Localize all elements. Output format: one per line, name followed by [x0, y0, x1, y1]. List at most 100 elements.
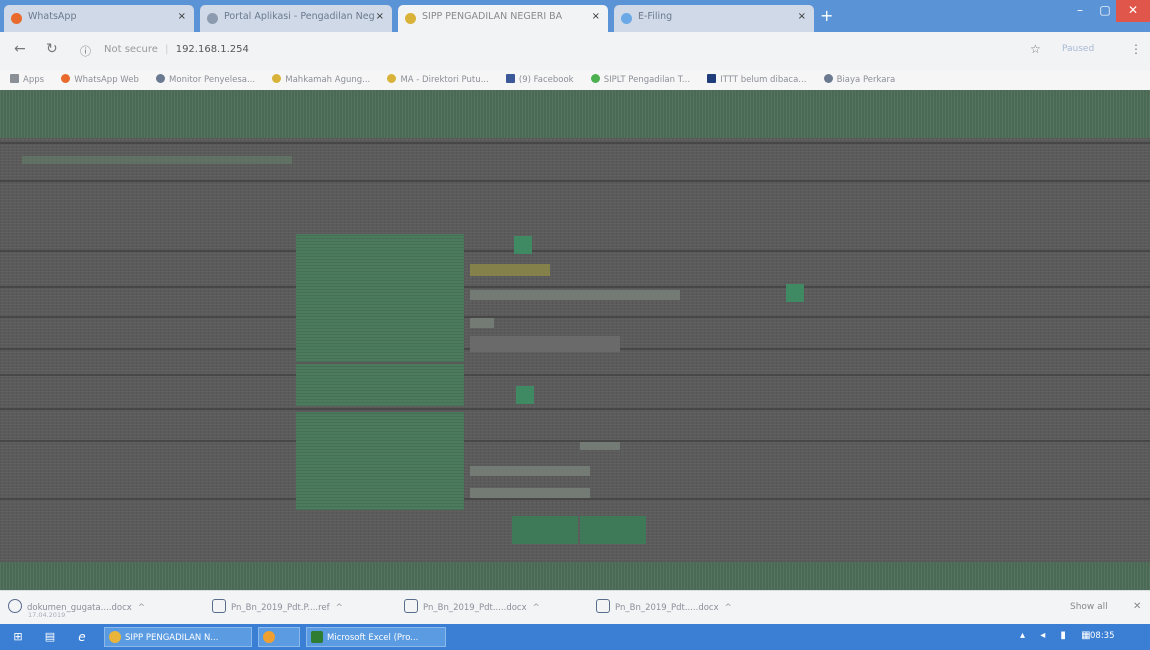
field-value — [470, 264, 550, 279]
field-value — [470, 290, 680, 303]
divider — [0, 180, 1150, 182]
close-icon[interactable]: ✕ — [1133, 601, 1141, 612]
ma-icon — [272, 74, 282, 83]
profile-paused-label[interactable]: Paused — [1062, 44, 1094, 54]
word-doc-icon — [596, 599, 610, 613]
chevron-up-icon[interactable]: ^ — [336, 603, 343, 613]
row-divider — [0, 250, 1150, 252]
star-icon[interactable]: ☆ — [1030, 42, 1041, 56]
new-tab-button[interactable]: + — [820, 6, 833, 25]
site-footer — [0, 562, 1150, 590]
close-icon[interactable]: × — [178, 11, 186, 22]
tab-sipp[interactable]: SIPP PENGADILAN NEGERI BA × — [398, 5, 608, 32]
tab-label: WhatsApp — [28, 11, 77, 22]
bookmarks-bar: Apps WhatsApp Web Monitor Penyelesa... M… — [0, 70, 1150, 90]
maximize-button[interactable]: ▢ — [1094, 0, 1116, 22]
bookmark-apps[interactable]: Apps — [10, 70, 44, 90]
close-window-button[interactable]: ✕ — [1116, 0, 1150, 22]
ma-icon — [387, 74, 397, 83]
field-value — [470, 466, 590, 479]
browser-toolbar: ← ↻ ⓘ Not secure | 192.168.1.254 ☆ Pause… — [0, 32, 1150, 70]
chevron-up-icon[interactable]: ^ — [725, 603, 732, 613]
globe-icon — [207, 13, 218, 24]
page-viewport — [0, 90, 1150, 590]
scales-icon — [405, 13, 416, 24]
globe-icon — [156, 74, 166, 83]
site-header — [0, 90, 1150, 138]
download-item[interactable]: Pn_Bn_2019_Pdt.....docx ^ — [404, 599, 540, 613]
search-icon[interactable] — [786, 284, 804, 302]
facebook-icon — [505, 74, 515, 83]
word-doc-icon — [404, 599, 418, 613]
downloads-bar: dokumen_gugata....docx ^ 17.04.2019 Pn_Bn… — [0, 590, 1150, 624]
row-divider — [0, 408, 1150, 410]
security-label: Not secure — [104, 44, 158, 55]
bookmark-whatsapp-web[interactable]: WhatsApp Web — [61, 70, 139, 90]
bookmark-monitor[interactable]: Monitor Penyelesa... — [156, 70, 255, 90]
taskbar-item-app[interactable] — [258, 627, 300, 647]
show-all-link[interactable]: Show all — [1070, 602, 1108, 612]
ie-icon[interactable]: e — [72, 627, 92, 647]
breadcrumb — [22, 156, 292, 167]
address-bar[interactable]: Not secure | 192.168.1.254 — [104, 39, 1020, 63]
taskbar-item-excel[interactable]: Microsoft Excel (Pro... — [306, 627, 446, 647]
excel-icon — [311, 631, 323, 643]
close-icon[interactable]: × — [592, 11, 600, 22]
whatsapp-icon — [61, 74, 71, 83]
close-icon[interactable]: × — [376, 11, 384, 22]
apps-icon — [10, 74, 19, 83]
download-item[interactable]: Pn_Bn_2019_Pdt.....docx ^ — [596, 599, 732, 613]
menu-icon[interactable]: ⋮ — [1130, 42, 1142, 56]
taskbar-item-chrome[interactable]: SIPP PENGADILAN N... — [104, 627, 252, 647]
app-icon — [263, 631, 275, 643]
whatsapp-icon — [11, 13, 22, 24]
bookmark-ma-direktori[interactable]: MA - Direktori Putu... — [387, 70, 489, 90]
row-divider — [0, 374, 1150, 376]
tab-label: E-Filing — [638, 11, 673, 22]
mail-icon — [707, 74, 717, 83]
browser-tab-strip: WhatsApp × Portal Aplikasi - Pengadilan … — [0, 0, 1150, 32]
tab-whatsapp[interactable]: WhatsApp × — [4, 5, 194, 32]
file-explorer-icon[interactable]: ▤ — [40, 627, 60, 647]
chevron-up-icon[interactable]: ^ — [533, 603, 540, 613]
bookmark-mahkamah-agung[interactable]: Mahkamah Agung... — [272, 70, 370, 90]
calendar-icon[interactable] — [516, 386, 534, 404]
form-actions — [512, 516, 648, 547]
system-tray[interactable]: ▴ ◂ ▮ ▦ — [1020, 630, 1097, 641]
bookmark-siplt[interactable]: SIPLT Pengadilan T... — [590, 70, 690, 90]
bookmark-mail[interactable]: ITTT belum dibaca... — [707, 70, 806, 90]
reload-icon[interactable]: ↻ — [46, 41, 58, 57]
cancel-button[interactable] — [580, 516, 646, 544]
windows-taskbar: ⊞ ▤ e SIPP PENGADILAN N... Microsoft Exc… — [0, 624, 1150, 650]
efiling-icon — [621, 13, 632, 24]
form-label-column — [296, 234, 464, 362]
tab-portal-aplikasi[interactable]: Portal Aplikasi - Pengadilan Neg × — [200, 5, 392, 32]
field-value — [470, 318, 494, 331]
word-doc-icon — [8, 599, 22, 613]
form-label-column — [296, 364, 464, 406]
chrome-icon — [109, 631, 121, 643]
url-host: 192.168.1.254 — [175, 44, 249, 55]
form-label-column — [296, 412, 464, 510]
bookmark-facebook[interactable]: (9) Facebook — [505, 70, 574, 90]
taskbar-clock[interactable]: 08:35 — [1090, 631, 1115, 641]
info-icon[interactable]: ⓘ — [80, 43, 91, 59]
download-item[interactable]: dokumen_gugata....docx ^ 17.04.2019 — [8, 599, 145, 619]
row-divider — [0, 440, 1150, 442]
field-input[interactable] — [470, 336, 620, 355]
tab-efiling[interactable]: E-Filing × — [614, 5, 814, 32]
minimize-button[interactable]: – — [1066, 0, 1094, 22]
divider — [0, 142, 1150, 144]
row-divider — [0, 316, 1150, 318]
save-button[interactable] — [512, 516, 578, 544]
back-arrow-icon[interactable]: ← — [14, 41, 26, 57]
calendar-icon[interactable] — [514, 236, 532, 254]
download-item[interactable]: Pn_Bn_2019_Pdt.P....ref ^ — [212, 599, 343, 613]
globe-icon — [823, 74, 833, 83]
row-divider — [0, 286, 1150, 288]
close-icon[interactable]: × — [798, 11, 806, 22]
bookmark-biaya-perkara[interactable]: Biaya Perkara — [823, 70, 895, 90]
field-value — [470, 488, 590, 501]
windows-start-icon[interactable]: ⊞ — [8, 627, 28, 647]
chevron-up-icon[interactable]: ^ — [138, 603, 145, 613]
